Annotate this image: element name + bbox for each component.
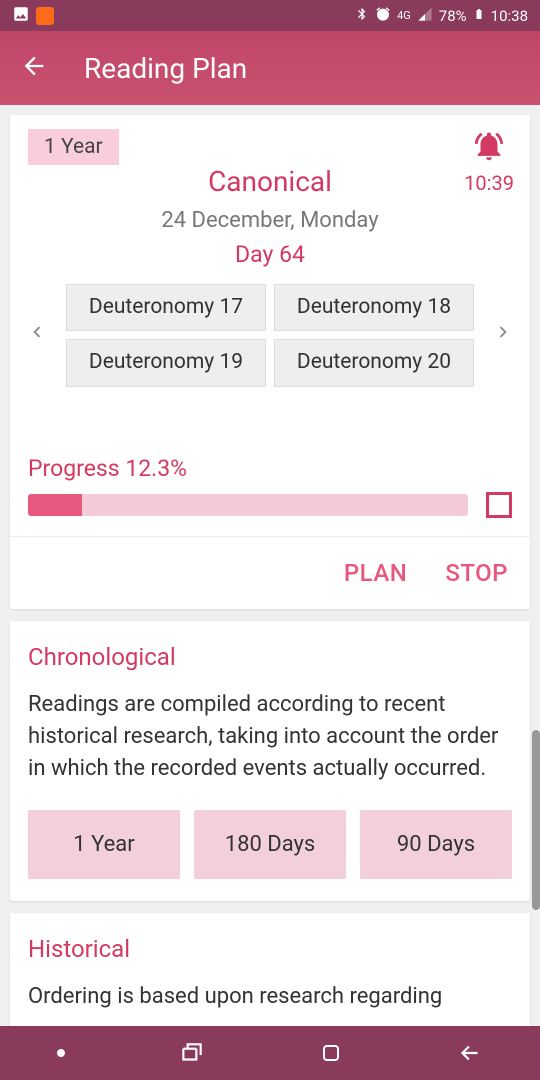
plan-option-card: Chronological Readings are compiled acco… — [10, 621, 530, 902]
duration-button[interactable]: 180 Days — [194, 810, 346, 879]
next-day-button[interactable] — [488, 321, 518, 349]
alarm-time: 10:39 — [464, 171, 514, 195]
progress-fill — [28, 494, 82, 516]
bluetooth-icon — [355, 7, 369, 25]
plan-option-description: Readings are compiled according to recen… — [28, 689, 512, 785]
status-time: 10:38 — [491, 7, 528, 25]
back-arrow-icon[interactable] — [20, 52, 48, 84]
duration-button[interactable]: 1 Year — [28, 810, 180, 879]
reading-item[interactable]: Deuteronomy 20 — [274, 339, 474, 386]
system-nav-bar — [0, 1026, 540, 1080]
stop-button[interactable]: STOP — [445, 559, 508, 587]
picture-icon — [12, 5, 30, 27]
duration-badge: 1 Year — [28, 129, 119, 165]
duration-button[interactable]: 90 Days — [360, 810, 512, 879]
reading-item[interactable]: Deuteronomy 17 — [66, 284, 266, 331]
status-bar: 4G 78% 10:38 — [0, 0, 540, 31]
plan-option-name: Chronological — [28, 643, 512, 671]
battery-icon — [473, 6, 485, 26]
plan-option-name: Historical — [28, 935, 512, 963]
complete-checkbox[interactable] — [486, 492, 512, 518]
current-plan-card: 1 Year 10:39 Canonical 24 December, Mond… — [10, 115, 530, 609]
recent-apps-button[interactable] — [179, 1040, 205, 1066]
progress-bar — [28, 494, 468, 516]
network-type: 4G — [397, 9, 411, 22]
prev-day-button[interactable] — [22, 321, 52, 349]
home-button[interactable] — [319, 1041, 343, 1065]
battery-pct: 78% — [439, 7, 467, 25]
alarm-button[interactable]: 10:39 — [464, 129, 514, 195]
current-day: Day 64 — [28, 241, 512, 268]
scrollbar-thumb[interactable] — [532, 730, 540, 910]
page-title: Reading Plan — [84, 52, 247, 85]
signal-icon — [417, 6, 433, 26]
reading-item[interactable]: Deuteronomy 18 — [274, 284, 474, 331]
alarm-icon — [375, 6, 391, 26]
reading-item[interactable]: Deuteronomy 19 — [66, 339, 266, 386]
app-notification-icon — [36, 7, 54, 25]
back-button[interactable] — [457, 1040, 483, 1066]
plan-option-card: Historical Ordering is based upon resear… — [10, 913, 530, 1026]
current-date: 24 December, Monday — [28, 208, 512, 233]
bell-icon — [472, 148, 506, 167]
content-scroll[interactable]: 1 Year 10:39 Canonical 24 December, Mond… — [0, 105, 540, 1026]
app-bar: Reading Plan — [0, 31, 540, 105]
nav-dot-icon — [57, 1049, 65, 1057]
current-plan-name: Canonical — [28, 165, 512, 198]
plan-option-description: Ordering is based upon research regardin… — [28, 981, 512, 1013]
progress-label: Progress 12.3% — [28, 455, 512, 482]
plan-button[interactable]: PLAN — [344, 559, 407, 587]
